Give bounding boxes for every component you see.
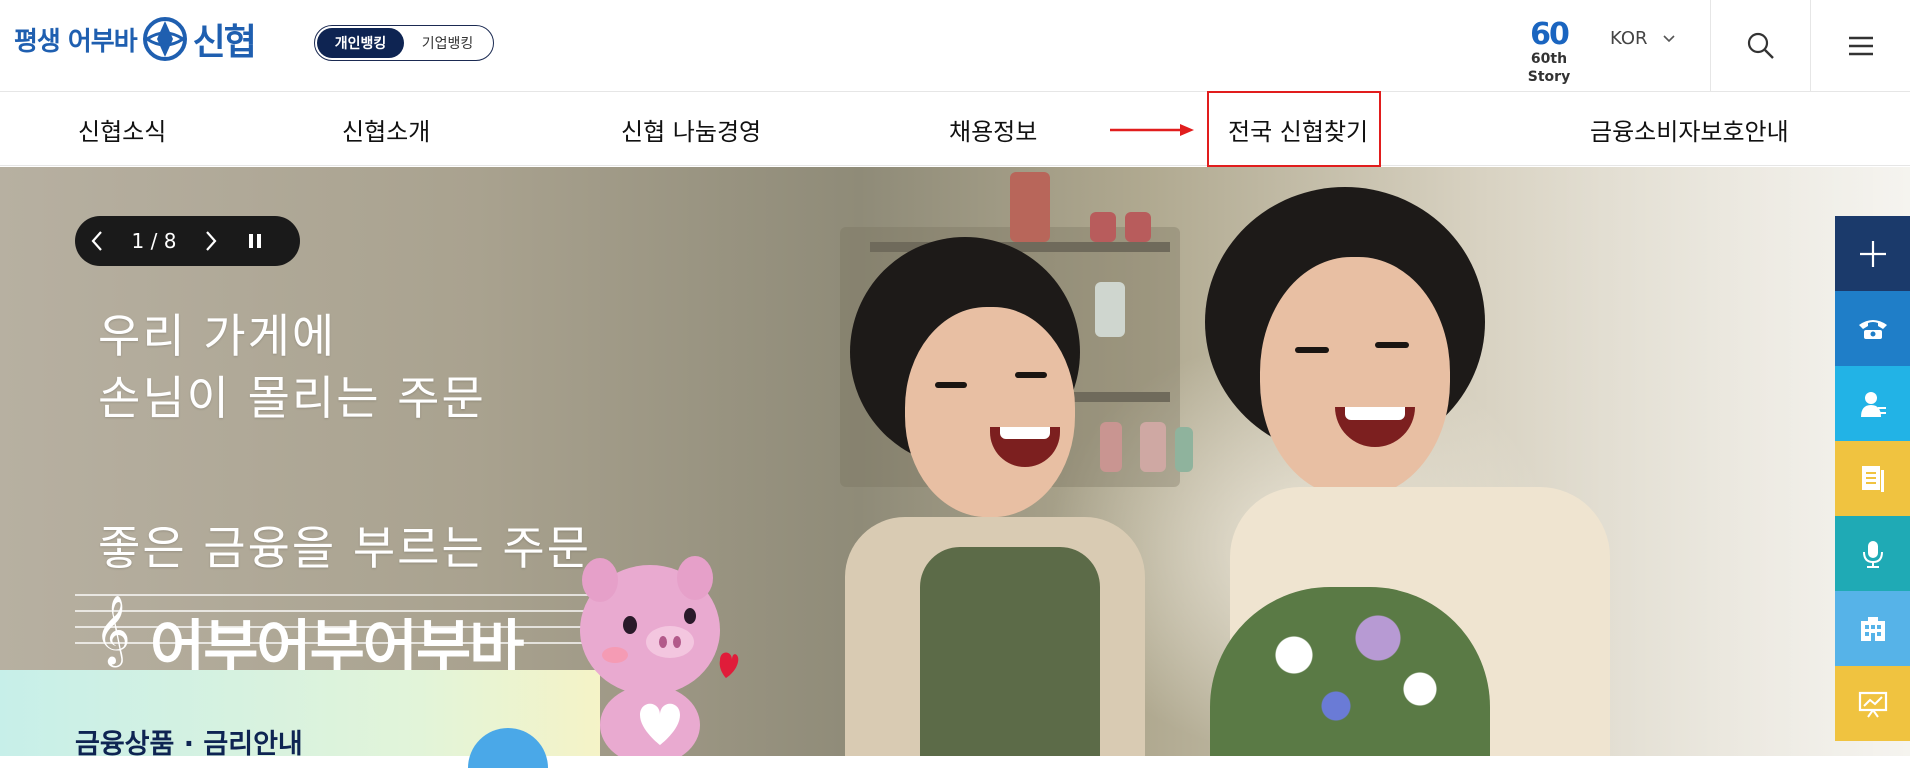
- language-selector[interactable]: KOR: [1610, 28, 1676, 49]
- slider-next-button[interactable]: [189, 216, 233, 266]
- personal-banking-tab[interactable]: 개인뱅킹: [317, 28, 404, 58]
- story-label: 60th Story: [1527, 51, 1571, 85]
- pig-mascot-icon: [580, 556, 739, 756]
- slider-controls: 1 / 8: [75, 216, 300, 266]
- phone-icon: [1858, 319, 1887, 339]
- presentation-icon: [1858, 691, 1887, 718]
- header-divider: [1810, 0, 1811, 92]
- plus-icon: [1859, 240, 1886, 267]
- slider-prev-button[interactable]: [75, 216, 119, 266]
- annotation-highlight-box: [1207, 91, 1381, 167]
- annotation-arrow-icon: [1110, 124, 1194, 136]
- quick-counsel-button[interactable]: [1835, 366, 1910, 441]
- bottle: [1175, 427, 1193, 472]
- brand-name: 신협: [192, 22, 257, 63]
- slider-counter: 1 / 8: [131, 229, 177, 253]
- nav-item-news[interactable]: 신협소식: [78, 92, 166, 166]
- pause-icon: [249, 234, 261, 248]
- document-icon: [1861, 465, 1884, 492]
- quick-open-button[interactable]: [1835, 216, 1910, 291]
- quick-document-button[interactable]: [1835, 441, 1910, 516]
- slider-pause-button[interactable]: [233, 216, 277, 266]
- banking-type-toggle: 개인뱅킹 기업뱅킹: [314, 25, 494, 61]
- hero-headline-1: 우리 가게에: [98, 309, 337, 363]
- treble-clef-icon: 𝄞: [95, 595, 131, 665]
- cup: [1125, 212, 1151, 242]
- nav-item-consumer-protection[interactable]: 금융소비자보호안내: [1590, 92, 1789, 166]
- chevron-left-icon: [91, 231, 102, 251]
- hamburger-menu-icon: [1849, 36, 1873, 56]
- cup: [1090, 212, 1116, 242]
- microphone-icon: [1862, 540, 1883, 568]
- counselor-icon: [1860, 391, 1886, 417]
- nav-item-about[interactable]: 신협소개: [342, 92, 430, 166]
- search-icon: [1747, 32, 1774, 59]
- vase: [1010, 172, 1050, 242]
- jar: [1095, 282, 1125, 337]
- logo-mark-icon: [142, 17, 187, 61]
- quick-phone-button[interactable]: [1835, 291, 1910, 366]
- nav-item-careers[interactable]: 채용정보: [949, 92, 1037, 166]
- quick-voice-button[interactable]: [1835, 516, 1910, 591]
- language-selected: KOR: [1610, 28, 1648, 49]
- brand-slogan: 평생 어부바: [14, 26, 138, 57]
- main-navigation: 신협소식 신협소개 신협 나눔경영 채용정보 전국 신협찾기 금융소비자보호안내: [0, 92, 1910, 166]
- quick-presentation-button[interactable]: [1835, 666, 1910, 741]
- product-rate-title: 금융상품 · 금리안내: [75, 729, 303, 760]
- bottle: [1140, 422, 1166, 472]
- nav-item-csr[interactable]: 신협 나눔경영: [621, 92, 761, 166]
- all-menu-button[interactable]: [1812, 0, 1910, 92]
- bottle: [1100, 422, 1122, 472]
- header-divider: [1710, 0, 1711, 92]
- hero-headline-3: 좋은 금융을 부르는 주문: [98, 521, 592, 575]
- story-60-link[interactable]: 60 60th Story: [1514, 17, 1584, 86]
- brand-logo[interactable]: 평생 어부바 신협: [14, 16, 257, 63]
- building-icon: [1860, 616, 1885, 641]
- corporate-banking-tab[interactable]: 기업뱅킹: [404, 28, 491, 58]
- hero-headline-2: 손님이 몰리는 주문: [98, 371, 486, 425]
- quick-side-menu: [1835, 216, 1910, 741]
- search-button[interactable]: [1712, 0, 1810, 92]
- music-staff-line: [75, 594, 595, 596]
- chevron-right-icon: [206, 231, 217, 251]
- site-header: 평생 어부바 신협 개인뱅킹 기업뱅킹 60 60th Story KOR: [0, 0, 1910, 92]
- quick-branch-button[interactable]: [1835, 591, 1910, 666]
- story-number: 60: [1530, 17, 1570, 52]
- chevron-down-icon: [1662, 34, 1675, 42]
